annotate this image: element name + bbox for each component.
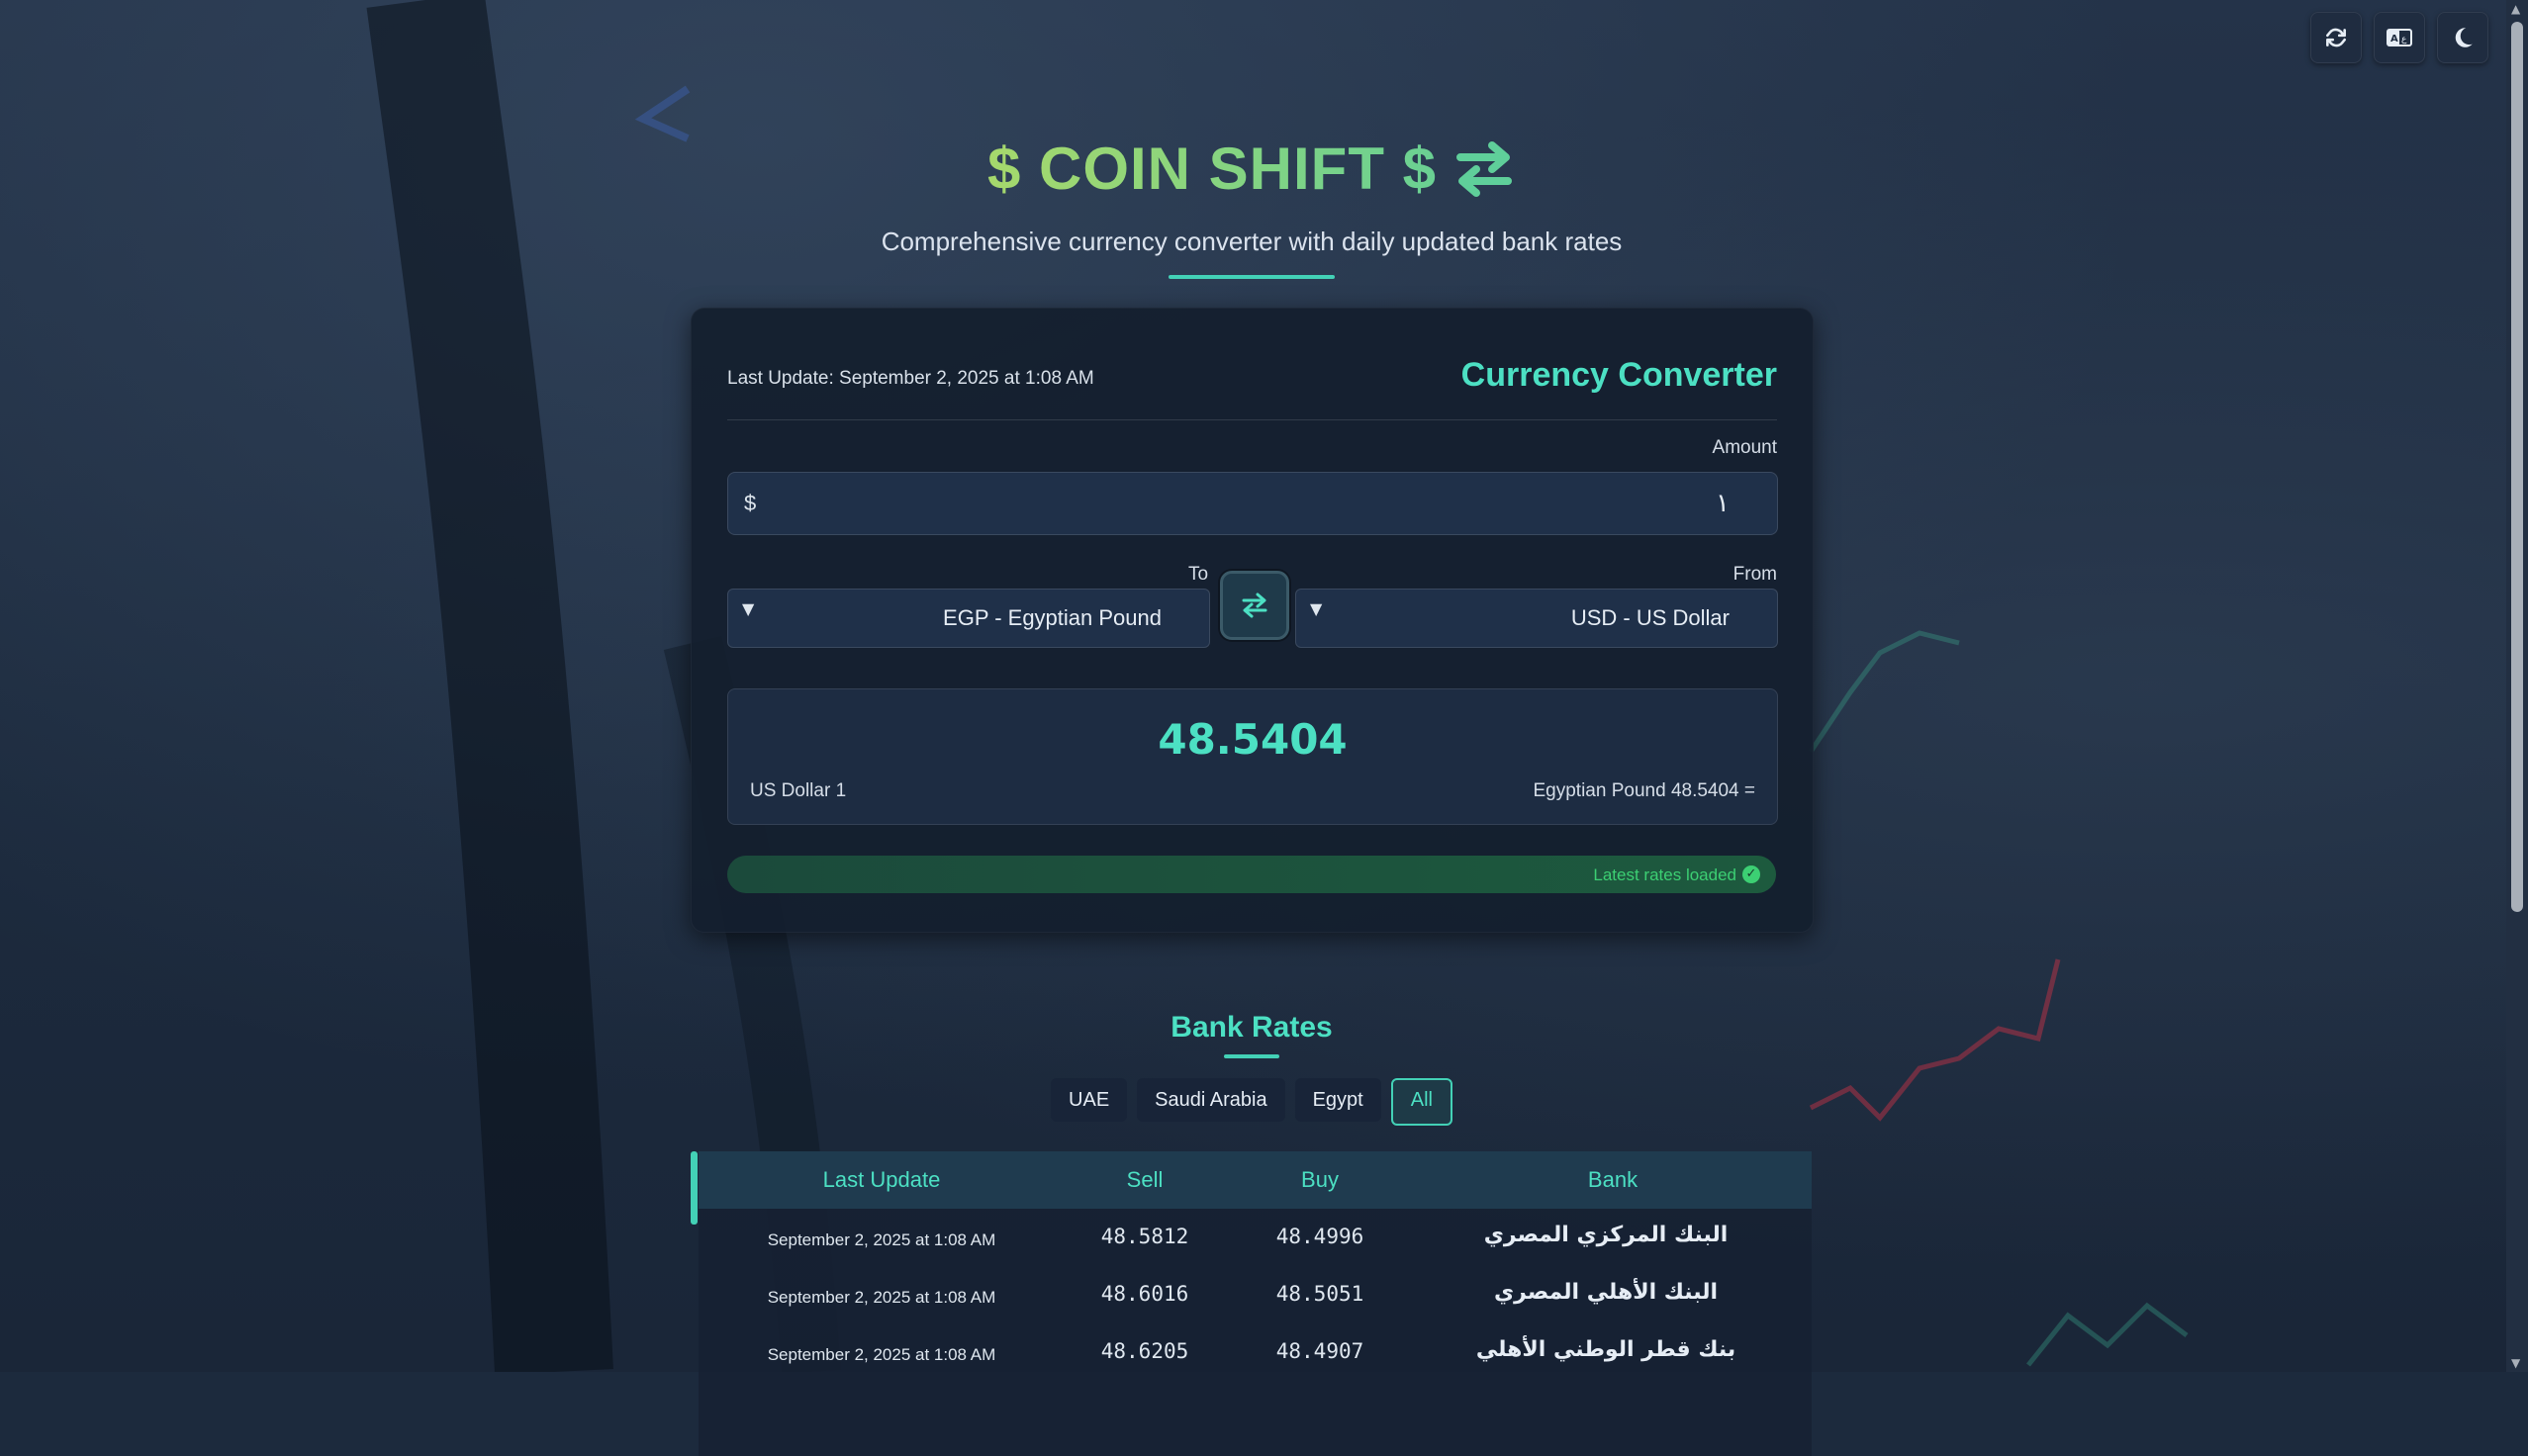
bank-rates-table: Last Update Sell Buy Bank September 2, 2… [691, 1151, 1812, 1456]
header-underline [1169, 275, 1335, 279]
cell-buy: 48.5051 [1275, 1282, 1364, 1306]
language-button[interactable]: Aع [2374, 12, 2425, 63]
table-accent [691, 1151, 698, 1225]
table-row: September 2, 2025 at 1:08 AM 48.5812 48.… [699, 1209, 1812, 1266]
bank-rates-title: Bank Rates [1170, 1011, 1333, 1044]
bank-rates-underline [1224, 1054, 1279, 1058]
cell-bank: البنك الأهلي المصري [1493, 1280, 1719, 1305]
cell-bank: البنك المركزي المصري [1483, 1223, 1729, 1247]
from-currency-select[interactable]: ▼ USD - US Dollar [1295, 589, 1778, 648]
brand-text: $ COIN SHIFT $ [986, 136, 1438, 202]
swap-currencies-button[interactable] [1220, 571, 1289, 640]
amount-input[interactable]: $ ١ [727, 472, 1778, 535]
filter-all[interactable]: All [1390, 1078, 1452, 1126]
refresh-button[interactable] [2310, 12, 2362, 63]
table-row: September 2, 2025 at 1:08 AM 48.6016 48.… [699, 1266, 1812, 1323]
scrollbar[interactable]: ▲ ▼ [2506, 0, 2528, 1372]
converter-card: Last Update: September 2, 2025 at 1:08 A… [691, 308, 1814, 933]
conversion-result: 48.5404 US Dollar 1 Egyptian Pound 48.54… [727, 688, 1778, 825]
to-label: To [1188, 564, 1209, 585]
column-bank: Bank [1587, 1167, 1639, 1192]
currency-symbol: $ [744, 491, 757, 515]
result-value: 48.5404 [1158, 715, 1348, 764]
swap-icon [1242, 592, 1267, 618]
column-last-update: Last Update [822, 1167, 941, 1192]
cell-buy: 48.4996 [1275, 1225, 1364, 1248]
cell-last-update: September 2, 2025 at 1:08 AM [767, 1230, 996, 1249]
page-subtitle: Comprehensive currency converter with da… [881, 227, 1623, 256]
cell-bank: بنك قطر الوطني الأهلي [1475, 1337, 1736, 1362]
refresh-icon [2326, 28, 2346, 47]
cell-sell: 48.5812 [1100, 1225, 1189, 1248]
theme-toggle-button[interactable] [2437, 12, 2488, 63]
cell-last-update: September 2, 2025 at 1:08 AM [767, 1345, 996, 1364]
last-update: Last Update: September 2, 2025 at 1:08 A… [727, 368, 1094, 389]
moon-icon [2455, 28, 2473, 47]
result-from-text: US Dollar 1 [750, 780, 847, 801]
to-currency-select[interactable]: ▼ EGP - Egyptian Pound [727, 589, 1210, 648]
table-row: September 2, 2025 at 1:08 AM 48.6205 48.… [699, 1323, 1812, 1381]
column-buy: Buy [1301, 1167, 1339, 1192]
status-bar: Latest rates loaded ✓ [727, 856, 1776, 893]
result-to-text: Egyptian Pound 48.5404 = [1533, 780, 1756, 801]
cell-sell: 48.6016 [1100, 1282, 1189, 1306]
svg-text:A: A [2390, 34, 2398, 45]
filter-saudi-arabia[interactable]: Saudi Arabia [1137, 1078, 1285, 1122]
cell-buy: 48.4907 [1275, 1339, 1364, 1363]
exchange-arrows-icon [1456, 140, 1513, 197]
top-actions: Aع [2310, 12, 2488, 63]
chevron-down-icon: ▼ [742, 599, 755, 618]
amount-value: ١ [1716, 489, 1730, 518]
amount-label: Amount [1712, 437, 1777, 458]
svg-text:ع: ع [2401, 35, 2407, 45]
filter-egypt[interactable]: Egypt [1294, 1078, 1381, 1122]
converter-title: Currency Converter [1460, 356, 1777, 394]
brand-title: $ COIN SHIFT $ [987, 135, 1516, 203]
page-header: $ COIN SHIFT $ Comprehensive currency co… [0, 135, 2503, 279]
country-filters: UAE Saudi Arabia Egypt All [0, 1078, 2503, 1126]
status-text: Latest rates loaded [1593, 865, 1736, 884]
to-currency-value: EGP - Egyptian Pound [943, 605, 1162, 630]
table-body: September 2, 2025 at 1:08 AM 48.5812 48.… [699, 1209, 1812, 1456]
scrollbar-thumb[interactable] [2511, 22, 2523, 912]
filter-uae[interactable]: UAE [1051, 1078, 1128, 1122]
from-currency-value: USD - US Dollar [1570, 605, 1730, 630]
check-icon: ✓ [1742, 865, 1760, 883]
chevron-down-icon: ▼ [1310, 599, 1323, 618]
converter-header: Last Update: September 2, 2025 at 1:08 A… [727, 348, 1777, 420]
cell-sell: 48.6205 [1100, 1339, 1189, 1363]
from-label: From [1732, 564, 1777, 585]
table-header: Last Update Sell Buy Bank [699, 1151, 1812, 1209]
language-icon: Aع [2387, 29, 2412, 46]
column-sell: Sell [1126, 1167, 1164, 1192]
cell-last-update: September 2, 2025 at 1:08 AM [767, 1288, 996, 1307]
